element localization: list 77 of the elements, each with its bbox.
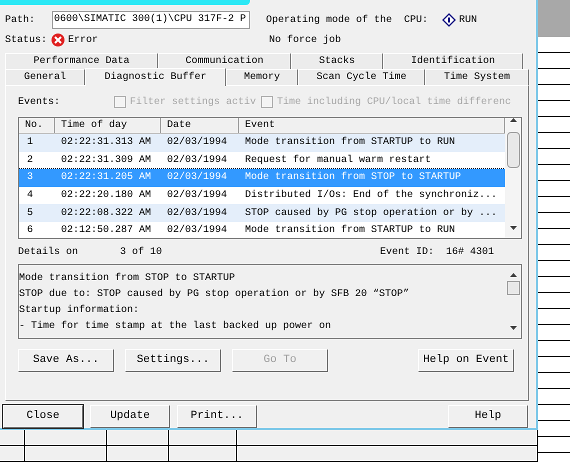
table-row[interactable]: 5 02:22:08.322 AM 02/03/1994 STOP caused by PG stop operation or by ... <box>19 204 505 222</box>
table-cell-text: 1 <box>26 136 34 150</box>
table-cell-text: 02:22:08.322 AM <box>60 206 152 221</box>
mode-value: RUN <box>459 14 478 28</box>
status-label: Status: <box>5 34 48 48</box>
table-row[interactable]: 1 02:22:31.313 AM 02/03/1994 Mode transition from STARTUP to RUN <box>19 134 505 152</box>
table-cell-text: STOP caused by PG stop operation or by ... <box>244 206 498 221</box>
path-label: Path: <box>5 14 36 28</box>
table-cell-text: 02:22:31.309 AM <box>60 154 152 168</box>
dialog-button[interactable]: Help on Event <box>418 349 514 372</box>
table-cell-text: 02/03/1994 <box>166 206 228 221</box>
column-header[interactable]: Time of day <box>55 118 161 133</box>
table-cell-text: 02/03/1994 <box>166 170 228 186</box>
spreadsheet-cell <box>0 446 25 462</box>
table-cell-text: Request for manual warm restart <box>244 154 432 168</box>
tab[interactable]: Time System <box>425 69 529 85</box>
dialog-button[interactable]: Close <box>3 405 83 428</box>
spreadsheet-cell <box>0 430 25 446</box>
tab[interactable]: Scan Cycle Time <box>298 69 425 85</box>
error-icon <box>51 33 65 47</box>
tab[interactable]: Identification <box>383 53 523 69</box>
table-row[interactable]: 4 02:22:20.180 AM 02/03/1994 Distributed I/Os: End of the synchroniz... <box>19 186 505 204</box>
table-cell-text: 6 <box>26 224 34 238</box>
table-cell-text: Mode transition from STARTUP to RUN <box>244 136 456 150</box>
spreadsheet-cell <box>169 446 237 462</box>
dialog-button[interactable]: Save As... <box>18 349 114 372</box>
status-value: Error <box>68 34 100 48</box>
events-label: Events: <box>18 96 62 110</box>
details-line: STOP due to: STOP caused by PG stop operation or by SFB 20 “STOP” <box>19 288 410 302</box>
scroll-up-icon <box>510 273 516 277</box>
column-header[interactable]: Date <box>161 118 239 133</box>
dialog-button[interactable]: Settings... <box>125 349 221 372</box>
table-cell-text: Distributed I/Os: End of the synchroniz... <box>244 188 498 204</box>
table-cell-text: 5 <box>26 206 34 221</box>
option-label: Filter settings activ <box>130 96 256 110</box>
spreadsheet-cell <box>107 430 169 446</box>
table-cell-text: 02:22:31.313 AM <box>60 136 152 150</box>
table-cell-text: 02:12:50.287 AM <box>60 224 152 238</box>
table-cell-text: Mode transition from STOP to STARTUP <box>244 170 462 186</box>
details-line: Startup information: <box>19 304 140 318</box>
table-cell-text: 3 <box>26 171 34 186</box>
table-cell-text: 02:22:20.180 AM <box>60 189 152 204</box>
table-cell-text: 02/03/1994 <box>166 136 228 150</box>
column-header[interactable]: No. <box>19 118 55 133</box>
dialog-button[interactable]: Update <box>90 405 170 428</box>
scroll-down-icon <box>510 326 516 330</box>
tab[interactable]: Diagnostic Buffer <box>85 68 226 86</box>
mode-label: Operating mode of the CPU: <box>266 14 430 28</box>
details-label: Details on <box>18 246 80 260</box>
tab[interactable]: General <box>5 69 85 85</box>
table-cell-text: 02:22:31.205 AM <box>60 171 152 186</box>
path-field: 0600\SIMATIC 300(1)\CPU 317F-2 P <box>52 11 250 29</box>
details-line: - Time for time stamp at the last backed up power on <box>19 320 332 334</box>
tab[interactable]: Performance Data <box>5 53 158 69</box>
table-cell-text: 02/03/1994 <box>166 188 228 204</box>
option-label: Time including CPU/local time differenc <box>276 96 511 110</box>
dialog-button[interactable]: Print... <box>177 405 257 428</box>
tab[interactable]: Stacks <box>291 53 383 69</box>
force-status: No force job <box>269 34 342 48</box>
table-row[interactable]: 2 02:22:31.309 AM 02/03/1994 Request for manual warm restart <box>19 152 505 170</box>
tab[interactable]: Memory <box>226 69 298 85</box>
scroll-thumb[interactable] <box>506 281 520 295</box>
event-id: Event ID: 16# 4301 <box>380 246 494 260</box>
table-cell-text: 02/03/1994 <box>166 224 228 238</box>
table-cell-text: 4 <box>26 189 34 204</box>
table-cell-text: 2 <box>26 154 34 168</box>
details-line: Mode transition from STOP to STARTUP <box>19 272 236 286</box>
table-cell-text: Mode transition from STARTUP to RUN <box>244 224 456 238</box>
tab[interactable]: Communication <box>158 53 291 69</box>
scrollbar[interactable] <box>505 118 521 238</box>
spreadsheet-cell <box>169 430 237 446</box>
table-cell-text: 02/03/1994 <box>166 154 228 168</box>
scroll-thumb[interactable] <box>506 132 520 168</box>
details-position: 3 of 10 <box>120 246 164 260</box>
dialog-button[interactable]: Help <box>448 405 528 428</box>
spreadsheet-cell <box>107 446 169 462</box>
run-mode-icon <box>442 13 456 27</box>
